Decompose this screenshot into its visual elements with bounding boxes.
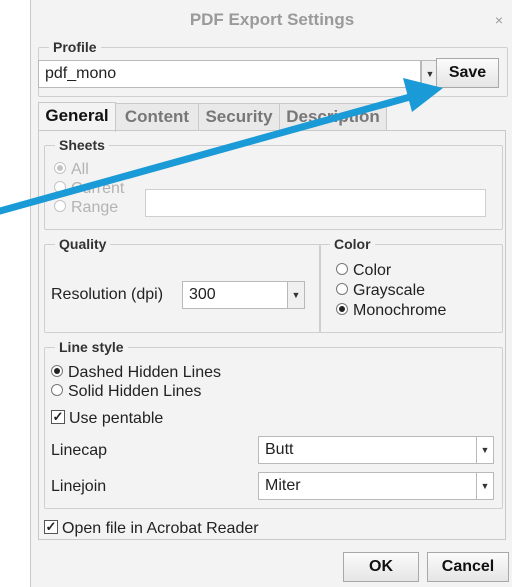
color-option-monochrome[interactable]: Monochrome — [336, 302, 446, 320]
dashed-hidden-lines-option[interactable]: Dashed Hidden Lines — [51, 364, 221, 382]
sheets-option-current[interactable]: Current — [54, 180, 124, 198]
open-in-acrobat-checkbox[interactable]: ✓ Open file in Acrobat Reader — [44, 518, 259, 538]
radio-icon — [54, 161, 66, 174]
radio-selected-icon — [336, 302, 348, 315]
linejoin-dropdown-button[interactable]: ▼ — [476, 472, 494, 500]
radio-selected-icon — [51, 364, 63, 377]
window-title: PDF Export Settings × — [31, 0, 512, 40]
sheets-option-range[interactable]: Range — [54, 199, 118, 217]
resolution-select[interactable]: 300 — [182, 281, 288, 309]
radio-icon — [54, 199, 66, 212]
pdf-export-dialog: PDF Export Settings × Profile pdf_mono ▼… — [30, 0, 512, 587]
linecap-dropdown-button[interactable]: ▼ — [476, 436, 494, 464]
line-style-group-label: Line style — [55, 338, 128, 356]
radio-icon — [54, 180, 66, 193]
cancel-button[interactable]: Cancel — [427, 552, 509, 582]
sheets-option-all[interactable]: All — [54, 161, 89, 179]
solid-hidden-lines-option[interactable]: Solid Hidden Lines — [51, 383, 201, 401]
color-group-label: Color — [330, 235, 375, 253]
color-option-grayscale[interactable]: Grayscale — [336, 282, 425, 300]
tab-description[interactable]: Description — [279, 103, 387, 131]
resolution-label: Resolution (dpi) — [51, 286, 164, 303]
save-button[interactable]: Save — [436, 58, 499, 88]
sheets-group-label: Sheets — [55, 136, 109, 154]
close-icon[interactable]: × — [495, 0, 503, 40]
tab-content[interactable]: Content — [115, 103, 199, 131]
checkbox-checked-icon: ✓ — [44, 518, 58, 534]
tab-security[interactable]: Security — [198, 103, 280, 131]
quality-group-label: Quality — [55, 235, 111, 253]
profile-select[interactable]: pdf_mono — [38, 60, 421, 88]
sheets-range-input[interactable] — [145, 189, 486, 217]
profile-group-label: Profile — [49, 38, 101, 56]
linejoin-label: Linejoin — [51, 478, 107, 495]
tab-general[interactable]: General — [38, 102, 116, 132]
color-option-color[interactable]: Color — [336, 262, 391, 280]
window-title-text: PDF Export Settings — [189, 10, 355, 29]
ok-button[interactable]: OK — [343, 552, 419, 582]
use-pentable-checkbox[interactable]: ✓ Use pentable — [51, 408, 163, 428]
checkbox-checked-icon: ✓ — [51, 408, 65, 424]
linecap-select[interactable]: Butt — [258, 436, 477, 464]
linejoin-select[interactable]: Miter — [258, 472, 477, 500]
radio-icon — [336, 282, 348, 295]
linecap-label: Linecap — [51, 442, 108, 459]
radio-icon — [336, 262, 348, 275]
radio-icon — [51, 383, 63, 396]
resolution-dropdown-button[interactable]: ▼ — [287, 281, 305, 309]
